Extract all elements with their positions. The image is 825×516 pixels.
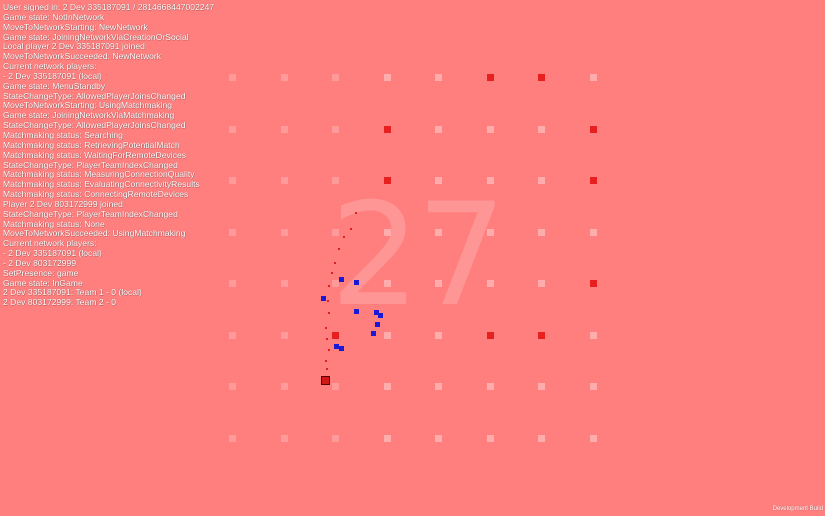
opponent-piece xyxy=(371,331,376,336)
trail-dot xyxy=(350,228,352,230)
grid-cell-active xyxy=(538,74,545,81)
grid-cell xyxy=(384,383,391,390)
debug-log: User signed in: 2 Dev 335187091 / 281466… xyxy=(3,2,214,308)
opponent-piece xyxy=(354,309,359,314)
grid-cell xyxy=(332,280,339,287)
grid-cell xyxy=(435,435,442,442)
grid-cell xyxy=(384,332,391,339)
grid-cell xyxy=(435,280,442,287)
grid-cell xyxy=(487,280,494,287)
grid-cell xyxy=(229,126,236,133)
grid-cell xyxy=(435,332,442,339)
development-build-label: Development Build xyxy=(772,506,823,512)
grid-cell xyxy=(538,177,545,184)
trail-dot xyxy=(343,236,345,238)
grid-cell xyxy=(384,229,391,236)
grid-cell xyxy=(590,435,597,442)
grid-cell xyxy=(229,435,236,442)
grid-cell-active xyxy=(590,126,597,133)
grid-cell xyxy=(281,332,288,339)
trail-dot xyxy=(355,212,357,214)
grid-cell xyxy=(281,280,288,287)
grid-cell xyxy=(332,229,339,236)
trail-dot xyxy=(327,300,329,302)
grid-cell xyxy=(435,177,442,184)
grid-cell xyxy=(538,435,545,442)
grid-cell xyxy=(590,383,597,390)
grid-cell xyxy=(281,74,288,81)
grid-cell-active xyxy=(384,126,391,133)
grid-cell xyxy=(229,383,236,390)
grid-cell xyxy=(281,177,288,184)
grid-cell xyxy=(590,332,597,339)
opponent-piece xyxy=(378,313,383,318)
grid-cell xyxy=(229,229,236,236)
opponent-piece xyxy=(339,346,344,351)
grid-cell xyxy=(538,383,545,390)
grid-cell xyxy=(229,332,236,339)
grid-cell xyxy=(487,177,494,184)
grid-cell xyxy=(281,435,288,442)
grid-cell xyxy=(332,383,339,390)
opponent-piece xyxy=(354,280,359,285)
grid-cell xyxy=(384,435,391,442)
grid-cell xyxy=(538,280,545,287)
grid-cell xyxy=(590,229,597,236)
grid-cell xyxy=(229,177,236,184)
trail-dot xyxy=(326,368,328,370)
grid-cell-active xyxy=(590,177,597,184)
grid-cell xyxy=(332,74,339,81)
grid-cell xyxy=(229,280,236,287)
trail-dot xyxy=(328,312,330,314)
grid-cell xyxy=(487,229,494,236)
trail-dot xyxy=(331,272,333,274)
grid-cell xyxy=(487,383,494,390)
opponent-piece xyxy=(375,322,380,327)
grid-cell xyxy=(281,383,288,390)
grid-cell-active xyxy=(590,280,597,287)
grid-cell-active xyxy=(487,332,494,339)
grid-cell xyxy=(435,74,442,81)
trail-dot xyxy=(325,360,327,362)
grid-cell xyxy=(332,177,339,184)
grid-cell-active xyxy=(332,332,339,339)
log-line: 2 Dev 803172999: Team 2 - 0 xyxy=(3,297,117,308)
grid-cell xyxy=(384,74,391,81)
grid-cell xyxy=(538,126,545,133)
grid-cell xyxy=(229,74,236,81)
trail-dot xyxy=(328,285,330,287)
grid-cell xyxy=(590,74,597,81)
opponent-piece xyxy=(339,277,344,282)
grid-cell xyxy=(332,435,339,442)
grid-cell xyxy=(384,280,391,287)
grid-cell xyxy=(487,435,494,442)
grid-cell xyxy=(332,126,339,133)
trail-dot xyxy=(338,248,340,250)
grid-cell xyxy=(435,126,442,133)
trail-dot xyxy=(326,338,328,340)
player-cursor xyxy=(321,376,330,385)
grid-cell xyxy=(435,383,442,390)
grid-cell xyxy=(538,229,545,236)
grid-cell xyxy=(281,126,288,133)
grid-cell-active xyxy=(538,332,545,339)
trail-dot xyxy=(334,262,336,264)
grid-cell-active xyxy=(384,177,391,184)
grid-cell-active xyxy=(487,74,494,81)
grid-cell xyxy=(435,229,442,236)
trail-dot xyxy=(328,349,330,351)
opponent-piece xyxy=(321,296,326,301)
grid-cell xyxy=(281,229,288,236)
trail-dot xyxy=(325,327,327,329)
grid-cell xyxy=(487,126,494,133)
